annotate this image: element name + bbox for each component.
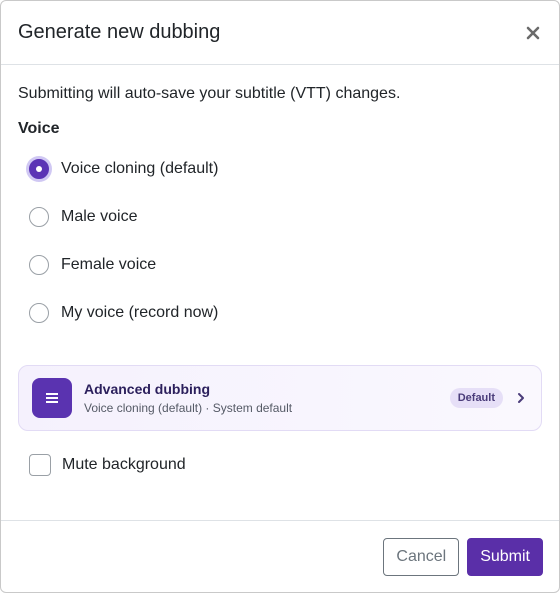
mute-background-option[interactable]: Mute background <box>18 454 542 476</box>
autosave-note: Submitting will auto-save your subtitle … <box>18 85 401 102</box>
mute-background-checkbox[interactable] <box>29 454 51 476</box>
voice-option-cloning[interactable]: Voice cloning (default) <box>18 145 542 193</box>
dialog-footer: Cancel Submit <box>1 520 559 592</box>
voice-option-male[interactable]: Male voice <box>18 193 542 241</box>
dialog-title: Generate new dubbing <box>18 21 221 43</box>
dialog-header: Generate new dubbing <box>1 1 559 65</box>
chevron-right-icon <box>515 391 527 405</box>
generate-dubbing-dialog: Generate new dubbing Submitting will aut… <box>0 0 560 593</box>
radio-button[interactable] <box>29 159 49 179</box>
submit-button[interactable]: Submit <box>467 537 543 576</box>
advanced-dubbing-title: Advanced dubbing <box>84 381 210 397</box>
voice-option-label: Male voice <box>61 208 138 225</box>
advanced-dubbing-card[interactable]: Advanced dubbing Voice cloning (default)… <box>18 365 542 431</box>
cancel-button[interactable]: Cancel <box>383 537 460 576</box>
mute-background-label: Mute background <box>62 456 186 473</box>
voice-option-my-voice[interactable]: My voice (record now) <box>18 289 542 337</box>
voice-option-label: Female voice <box>61 256 157 273</box>
menu-icon <box>32 378 72 418</box>
voice-section-label: Voice <box>18 120 60 137</box>
dialog-body: Submitting will auto-save your subtitle … <box>1 65 559 476</box>
voice-option-female[interactable]: Female voice <box>18 241 542 289</box>
close-icon[interactable] <box>523 23 543 43</box>
radio-button[interactable] <box>29 255 49 275</box>
radio-button[interactable] <box>29 303 49 323</box>
voice-option-label: My voice (record now) <box>61 304 219 321</box>
default-badge: Default <box>449 388 503 408</box>
voice-option-label: Voice cloning (default) <box>61 160 219 177</box>
advanced-dubbing-text: Advanced dubbing Voice cloning (default)… <box>84 380 450 416</box>
voice-radio-group: Voice cloning (default) Male voice Femal… <box>18 145 542 337</box>
radio-button[interactable] <box>29 207 49 227</box>
advanced-dubbing-subtitle: Voice cloning (default) · System default <box>84 401 293 415</box>
